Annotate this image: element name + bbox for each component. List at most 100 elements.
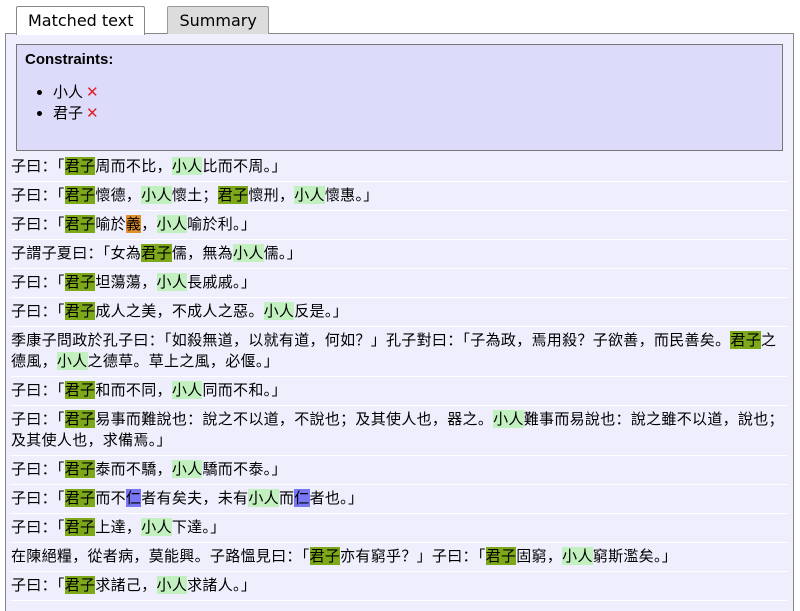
row-text: 亦有窮乎？」子曰：「 [340,547,486,565]
row-text: 子曰：「 [11,157,65,175]
row-text: 求諸人。」 [187,576,257,594]
row-text: 子曰：「 [11,489,65,507]
row-text: 懷德， [95,186,142,204]
constraints-title: Constraints: [25,51,114,68]
highlight-xiaoren[interactable]: 小人 [56,352,88,370]
constraint-term: 君子 [53,104,84,122]
row-text: 同而不和。」 [202,381,287,399]
row-text: 子曰：「 [11,576,65,594]
highlight-junzi[interactable]: 君子 [309,547,341,565]
row-text: 季康子問政於孔子曰：「如殺無道，以就有道，何如？」孔子對曰：「子為政，焉用殺？子… [11,331,731,349]
row-text: 之德草。草上之風，必偃。」 [87,352,279,370]
highlight-xiaoren[interactable]: 小人 [493,410,524,428]
row-text: 在陳絕糧，從者病，莫能興。子路慍見曰：「 [11,547,310,565]
tab-matched-text[interactable]: Matched text [16,6,146,35]
highlight-junzi[interactable]: 君子 [64,410,96,428]
highlight-junzi[interactable]: 君子 [64,157,96,175]
row-text: 子謂子夏曰：「女為 [11,244,142,262]
row-text: 窮斯濫矣。」 [592,547,678,565]
highlight-junzi[interactable]: 君子 [64,215,96,233]
highlight-xiaoren[interactable]: 小人 [141,186,172,204]
row-text: 子曰：「 [11,302,65,320]
highlight-junzi[interactable]: 君子 [217,186,249,204]
row-text: 懷刑， [248,186,295,204]
row-text: 喻於利。」 [187,215,257,233]
highlight-xiaoren[interactable]: 小人 [294,186,325,204]
row-text: 懷土； [171,186,218,204]
result-row: 季康子問政於孔子曰：「如殺無道，以就有道，何如？」孔子對曰：「子為政，焉用殺？子… [11,327,788,377]
highlight-xiaoren[interactable]: 小人 [171,157,203,175]
highlight-xiaoren[interactable]: 小人 [171,460,203,478]
row-text: 者有矣夫，未有 [141,489,249,507]
highlight-junzi[interactable]: 君子 [64,576,96,594]
row-text: 子曰：「 [11,410,65,428]
row-text: 反是。」 [294,302,348,320]
highlight-xiaoren[interactable]: 小人 [156,576,188,594]
results-list: 子曰：「君子周而不比，小人比而不周。」 子曰：「君子懷德，小人懷土；君子懷刑，小人… [6,151,793,601]
result-row: 子曰：「君子和而不同，小人同而不和。」 [11,377,788,406]
highlight-junzi[interactable]: 君子 [64,518,96,536]
row-text: 驕而不泰。」 [202,460,287,478]
row-text: 坦蕩蕩， [95,273,157,291]
result-row: 子曰：「君子周而不比，小人比而不周。」 [11,151,788,182]
highlight-junzi[interactable]: 君子 [64,460,96,478]
highlight-xiaoren[interactable]: 小人 [156,273,188,291]
row-text: 而 [278,489,295,507]
constraints-box: Constraints: 小人✕ 君子✕ [16,44,783,151]
row-text: 者也。」 [309,489,364,507]
cross-icon[interactable]: ✕ [86,104,99,122]
result-row: 子謂子夏曰：「女為君子儒，無為小人儒。」 [11,240,788,269]
result-row: 子曰：「君子泰而不驕，小人驕而不泰。」 [11,456,788,485]
tab-bar: Matched text Summary [16,6,269,35]
highlight-junzi[interactable]: 君子 [64,273,96,291]
result-row: 子曰：「君子喻於義，小人喻於利。」 [11,211,788,240]
result-row: 子曰：「君子求諸己，小人求諸人。」 [11,572,788,601]
result-row: 子曰：「君子懷德，小人懷土；君子懷刑，小人懷惠。」 [11,182,788,211]
row-text: ， [141,215,157,233]
row-text: 長戚戚。」 [187,273,257,291]
tab-summary[interactable]: Summary [167,6,269,34]
highlight-xiaoren[interactable]: 小人 [156,215,188,233]
row-text: 比而不周。」 [202,157,287,175]
highlight-ren[interactable]: 仁 [294,489,310,507]
constraint-item: 君子✕ [53,103,774,124]
highlight-junzi[interactable]: 君子 [485,547,517,565]
highlight-xiaoren[interactable]: 小人 [141,518,172,536]
row-text: 和而不同， [95,381,172,399]
row-text: 易事而難說也：說之不以道，不說也；及其使人也，器之。 [95,410,494,428]
row-text: 子曰：「 [11,186,65,204]
highlight-xiaoren[interactable]: 小人 [171,381,203,399]
constraint-item: 小人✕ [53,82,774,103]
highlight-junzi[interactable]: 君子 [730,331,762,349]
highlight-ren[interactable]: 仁 [125,489,142,507]
constraints-list: 小人✕ 君子✕ [25,82,774,124]
row-text: 子曰：「 [11,215,65,233]
highlight-junzi[interactable]: 君子 [64,302,96,320]
row-text: 子曰：「 [11,460,65,478]
highlight-xiaoren[interactable]: 小人 [233,244,264,262]
cross-icon[interactable]: ✕ [86,83,99,101]
highlight-junzi[interactable]: 君子 [64,489,96,507]
highlight-xiaoren[interactable]: 小人 [263,302,295,320]
result-row: 子曰：「君子成人之美，不成人之惡。小人反是。」 [11,298,788,327]
result-row: 在陳絕糧，從者病，莫能興。子路慍見曰：「君子亦有窮乎？」子曰：「君子固窮，小人窮… [11,543,788,572]
row-text: 上達， [95,518,142,536]
highlight-xiaoren[interactable]: 小人 [562,547,593,565]
highlight-junzi[interactable]: 君子 [141,244,172,262]
row-text: 儒，無為 [171,244,234,262]
highlight-xiaoren[interactable]: 小人 [248,489,279,507]
highlight-junzi[interactable]: 君子 [64,186,96,204]
row-text: 而不 [95,489,126,507]
row-text: 成人之美，不成人之惡。 [95,302,264,320]
row-text: 固窮， [516,547,563,565]
row-text: 泰而不驕， [95,460,172,478]
row-text: 儒。」 [263,244,303,262]
result-row: 子曰：「君子而不仁者有矣夫，未有小人而仁者也。」 [11,485,788,514]
matched-text-panel: Constraints: 小人✕ 君子✕ 子曰：「君子周而不比，小人比而不周。」… [5,33,794,611]
row-text: 下達。」 [171,518,226,536]
row-text: 喻於 [95,215,126,233]
result-row: 子曰：「君子坦蕩蕩，小人長戚戚。」 [11,269,788,298]
constraint-term: 小人 [53,83,84,101]
highlight-yi[interactable]: 義 [125,215,142,233]
highlight-junzi[interactable]: 君子 [64,381,96,399]
